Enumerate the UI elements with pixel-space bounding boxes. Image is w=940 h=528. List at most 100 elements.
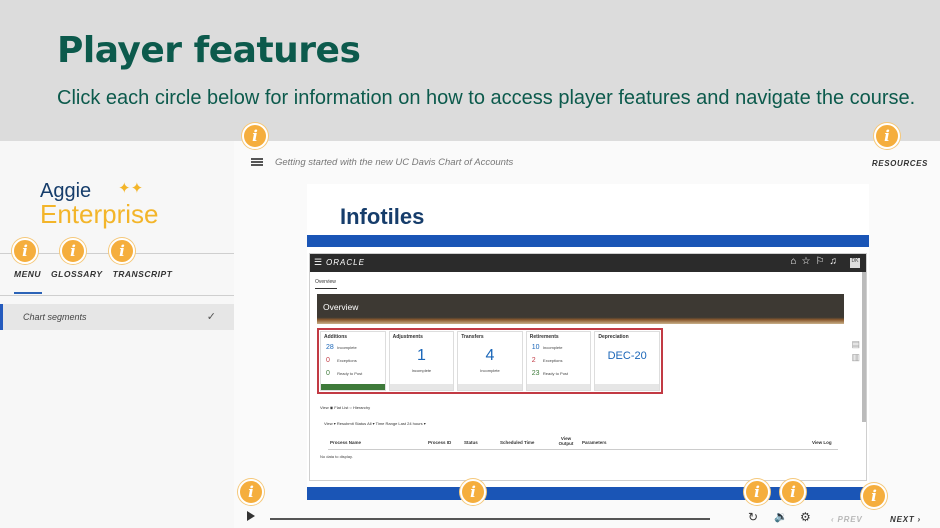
info-hotspot-seekbar[interactable]: i (460, 479, 486, 505)
resources-button[interactable]: RESOURCES (872, 159, 928, 168)
row-value: 2 (531, 357, 536, 364)
slide: Infotiles ☰ ORACLE ⌂☆⚐♫ DK Overview Over… (307, 184, 869, 500)
column-header: Scheduled Time (500, 440, 535, 445)
infotile-transfers: Transfers 4 Incomplete (457, 331, 523, 391)
player-controls: ↻ 🔉 ⚙ ‹ PREV NEXT › (234, 502, 940, 528)
overview-title: Overview (323, 302, 359, 312)
next-button[interactable]: NEXT › (890, 515, 921, 524)
info-hotspot-menu-toggle[interactable]: i (242, 123, 268, 149)
row-label: Ready to Post (337, 371, 363, 376)
empty-message: No data to display. (320, 454, 353, 459)
infotile-footer (321, 384, 385, 390)
row-label: Exceptions (337, 358, 357, 363)
infotile-title: Adjustments (392, 334, 423, 340)
column-header: Process Name (330, 440, 362, 445)
volume-icon[interactable]: 🔉 (774, 510, 788, 523)
sidebar-tabs: MENU GLOSSARY TRANSCRIPT (14, 269, 172, 279)
course-player: Aggie Enterprise ✦✦ MENU GLOSSARY TRANSC… (0, 141, 940, 528)
column-header: Status (464, 440, 478, 445)
slide-top-bar (307, 235, 869, 247)
sparkle-icon: ✦✦ (118, 180, 144, 197)
infotile-title: Retirements (529, 334, 559, 340)
infotile-footer (595, 384, 659, 390)
main-area: Getting started with the new UC Davis Ch… (234, 141, 940, 528)
header-icons: ⌂☆⚐♫ (790, 256, 842, 267)
row-label: Incomplete (337, 345, 357, 350)
column-header: View Output (558, 436, 574, 446)
row-value: 0 (326, 357, 330, 364)
oracle-brand: ORACLE (326, 258, 365, 267)
infotile-additions: Additions 28 Incomplete 0 Exceptions 0 R… (320, 331, 386, 391)
play-icon[interactable] (247, 511, 255, 521)
infotile-retirements: Retirements 10 Incomplete 2 Exceptions 2… (525, 331, 592, 391)
tab-overview: Overview (315, 279, 336, 285)
infotile-footer (389, 384, 454, 390)
infotile-row: 10 Incomplete (532, 344, 563, 351)
row-label: Ready to Post (542, 371, 569, 376)
hamburger-icon[interactable] (251, 158, 263, 166)
screenshot-scrollbar (862, 272, 866, 422)
infotile-value: 4 (485, 347, 495, 364)
column-header: Parameters (582, 440, 607, 445)
infotile-adjustments: Adjustments 1 Incomplete (388, 331, 455, 391)
row-value: 28 (326, 344, 334, 351)
oracle-header: ☰ ORACLE ⌂☆⚐♫ DK (310, 254, 866, 272)
page-title: Player features (57, 30, 361, 71)
active-tab-indicator (14, 292, 42, 294)
replay-icon[interactable]: ↻ (748, 510, 758, 524)
infotile-sub: Incomplete (480, 368, 500, 373)
logo-line2: Enterprise (40, 199, 159, 229)
side-icons: ▤ ▥ (851, 339, 860, 362)
infotile-sub: Incomplete (411, 368, 432, 373)
prev-button[interactable]: ‹ PREV (831, 515, 862, 524)
overview-banner: Overview (317, 294, 844, 324)
avatar: DK (850, 258, 860, 268)
info-hotspot-play[interactable]: i (238, 479, 264, 505)
info-hotspot-menu[interactable]: i (12, 238, 38, 264)
table-toolbar: View ▾ Resubmit Status All ▾ Time Range … (324, 421, 426, 426)
row-value: 23 (531, 370, 540, 377)
column-header: View Log (812, 440, 832, 445)
divider (0, 295, 234, 296)
table-header: Process Name Process ID Status Scheduled… (328, 436, 838, 450)
hamburger-icon: ☰ (314, 257, 323, 267)
tab-glossary[interactable]: GLOSSARY (51, 269, 103, 279)
infotile-row: 0 Ready to Post (326, 370, 362, 377)
infotile-row: 0 Exceptions (326, 357, 357, 364)
row-label: Incomplete (542, 345, 563, 350)
menu-item-chart-segments[interactable]: Chart segments ✓ (0, 304, 234, 330)
tab-underline (315, 288, 337, 289)
info-hotspot-resources[interactable]: i (874, 123, 900, 149)
info-hotspot-replay[interactable]: i (744, 479, 770, 505)
column-header: Process ID (428, 440, 452, 445)
infotile-footer (458, 384, 522, 390)
infotile-row: 28 Incomplete (326, 344, 357, 351)
infotile-value: DEC-20 (607, 350, 647, 362)
infotile-footer (526, 384, 591, 390)
tab-menu[interactable]: MENU (14, 269, 41, 279)
check-icon: ✓ (206, 311, 216, 323)
info-hotspot-volume[interactable]: i (780, 479, 806, 505)
aggie-enterprise-logo: Aggie Enterprise ✦✦ (40, 180, 159, 229)
infotile-value: 1 (416, 347, 426, 364)
row-label: Exceptions (542, 358, 563, 363)
row-value: 0 (326, 370, 330, 377)
infotile-title: Additions (324, 334, 348, 340)
info-hotspot-navigation[interactable]: i (861, 483, 887, 509)
slide-title: Infotiles (340, 204, 425, 229)
row-value: 10 (531, 344, 540, 351)
infotile-title: Transfers (461, 334, 484, 340)
tab-transcript[interactable]: TRANSCRIPT (113, 269, 173, 279)
info-hotspot-glossary[interactable]: i (60, 238, 86, 264)
infotile-depreciation: Depreciation DEC-20 (594, 331, 660, 391)
page-subtitle: Click each circle below for information … (57, 87, 916, 109)
menu-item-label: Chart segments (23, 312, 87, 322)
sidebar: Aggie Enterprise ✦✦ MENU GLOSSARY TRANSC… (0, 141, 234, 528)
view-options: View ◉ Flat List ○ Hierarchy (320, 405, 371, 410)
course-title: Getting started with the new UC Davis Ch… (275, 157, 514, 168)
oracle-screenshot: ☰ ORACLE ⌂☆⚐♫ DK Overview Overview Addit… (309, 253, 867, 481)
info-hotspot-transcript[interactable]: i (109, 238, 135, 264)
settings-icon[interactable]: ⚙ (800, 510, 811, 524)
seekbar[interactable] (270, 518, 710, 520)
infotile-row: 2 Exceptions (532, 357, 563, 364)
